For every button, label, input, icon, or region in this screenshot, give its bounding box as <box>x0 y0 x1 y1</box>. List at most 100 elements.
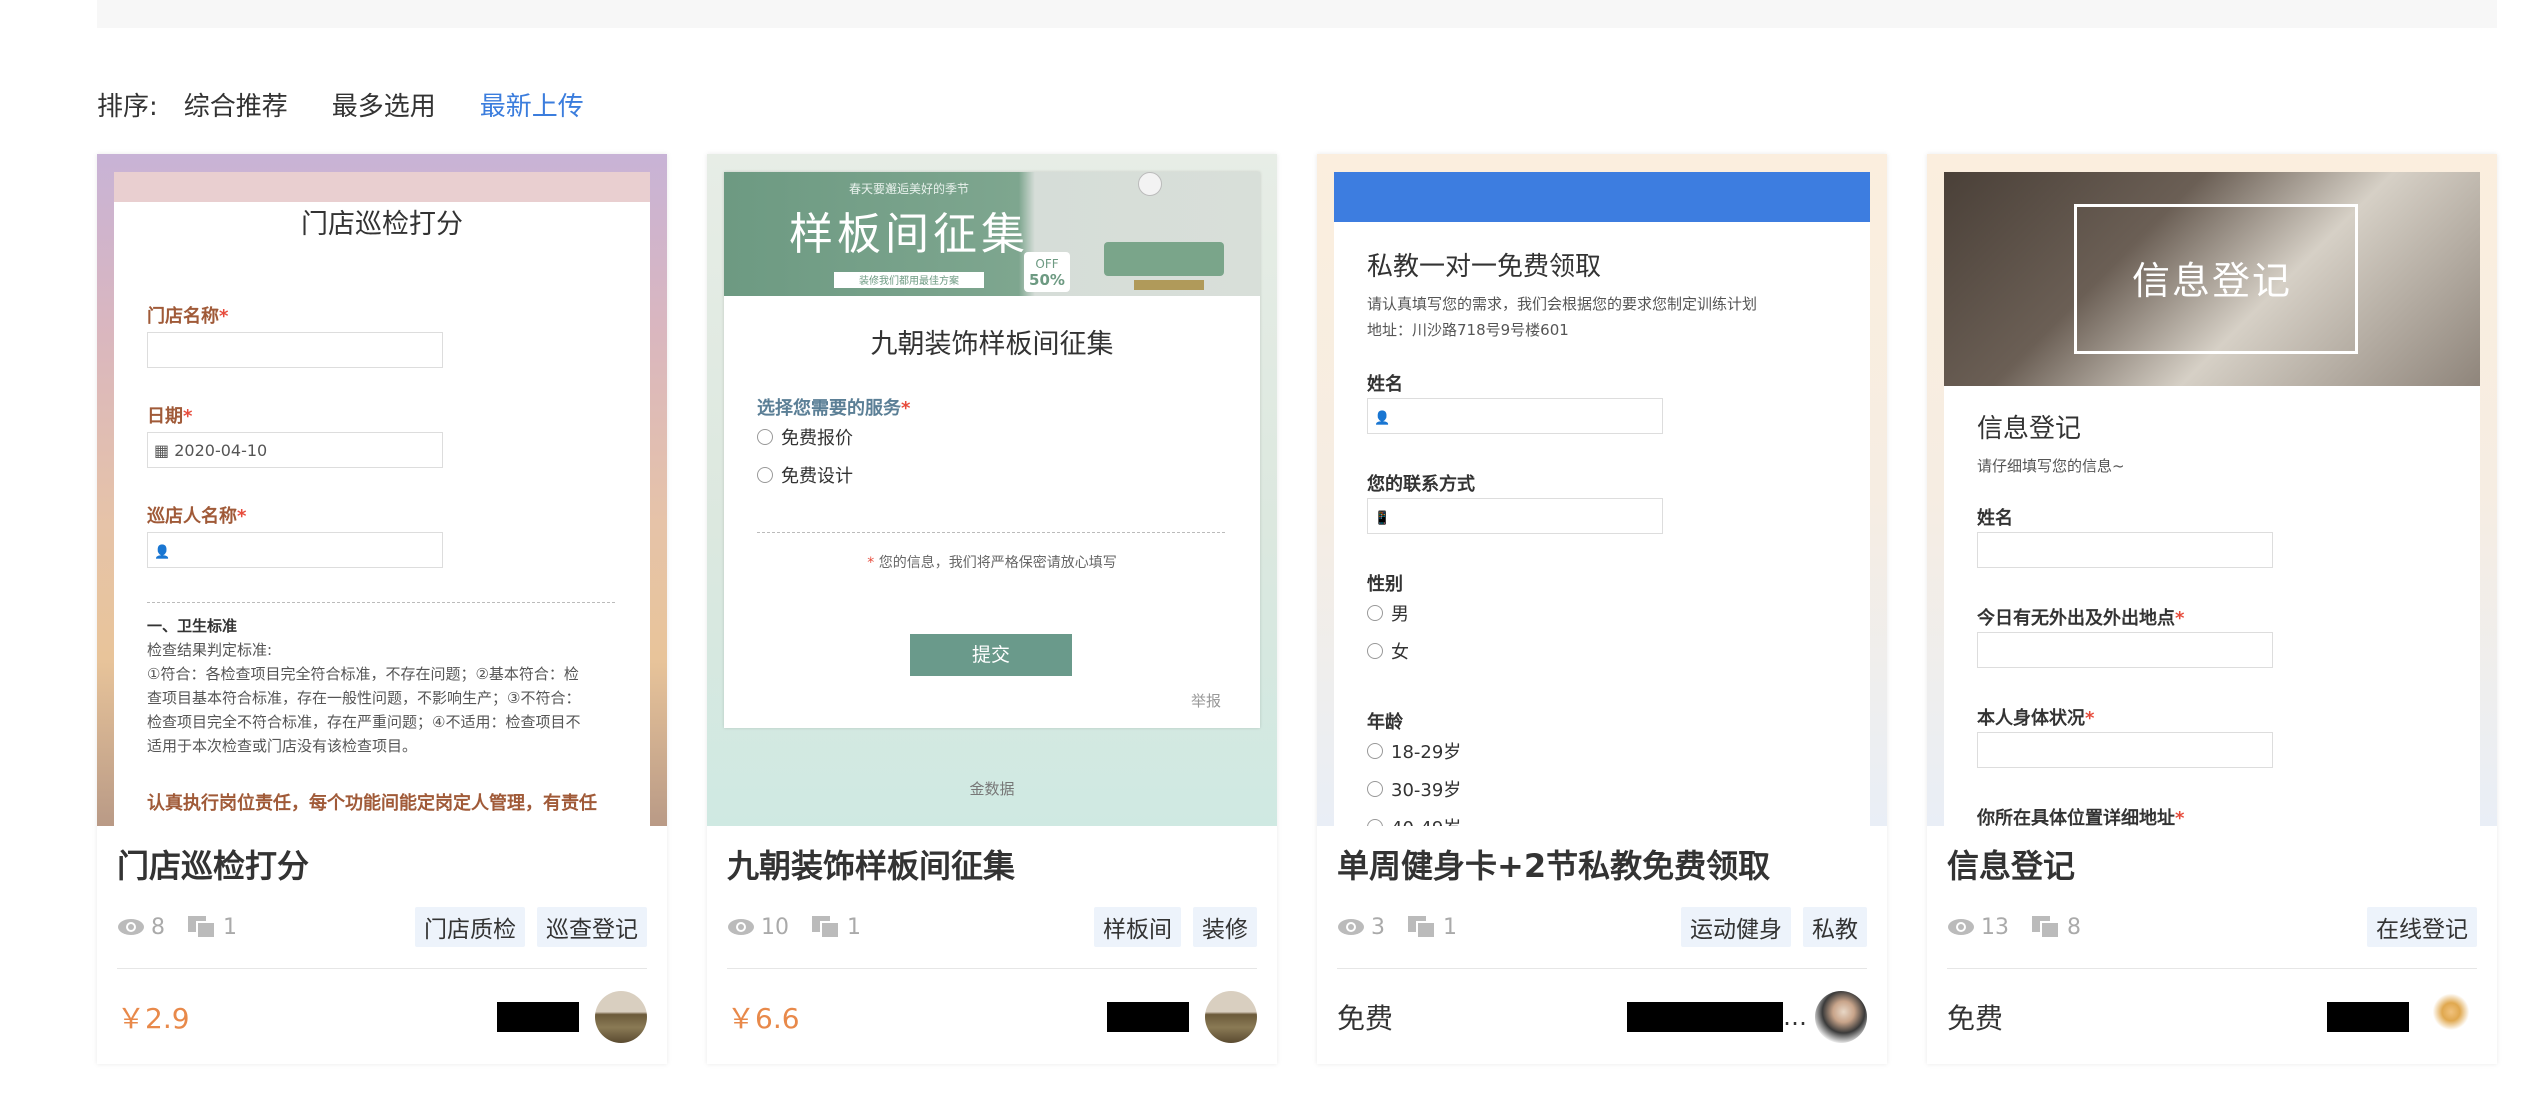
template-preview[interactable]: 门店巡检打分 门店名称* 日期* ▦ 2020-04-10 巡店人名称* 👤 一… <box>97 154 667 826</box>
tag[interactable]: 在线登记 <box>2367 907 2477 947</box>
form-address: 地址：川沙路718号9号楼601 <box>1367 321 1569 339</box>
copy-icon <box>812 916 840 939</box>
radio-option[interactable]: 男 <box>1367 600 1409 626</box>
template-card[interactable]: 信息登记 信息登记 请仔细填写您的信息~ 姓名 今日有无外出及外出地点* 本人身… <box>1927 154 2497 1064</box>
field-label: 您的联系方式 <box>1367 474 1475 495</box>
sort-option-recommended[interactable]: 综合推荐 <box>184 86 288 123</box>
option-label: 女 <box>1391 642 1409 663</box>
divider <box>1337 968 1867 969</box>
view-count: 3 <box>1371 914 1385 940</box>
submit-button[interactable]: 提交 <box>910 634 1072 676</box>
field-label: 性别 <box>1367 574 1403 595</box>
eye-icon <box>728 919 754 935</box>
tag[interactable]: 运动健身 <box>1681 907 1791 947</box>
divider <box>757 532 1225 533</box>
tag[interactable]: 装修 <box>1193 907 1257 947</box>
radio-option[interactable]: 30-39岁 <box>1367 776 1461 802</box>
phone-icon: 📱 <box>1374 511 1391 526</box>
table-illustration <box>1134 280 1204 290</box>
divider <box>727 968 1257 969</box>
report-link[interactable]: 举报 <box>1191 690 1221 711</box>
author-avatar[interactable] <box>2425 991 2477 1043</box>
banner-image: 春天要邂逅美好的季节 样板间征集 装修我们都用最佳方案 OFF 50% <box>724 172 1260 296</box>
banner-subtitle: 春天要邂逅美好的季节 <box>848 182 969 196</box>
copy-count: 1 <box>847 914 861 940</box>
name-input[interactable]: 👤 <box>1367 398 1663 434</box>
option-label: 免费报价 <box>781 428 853 449</box>
author-name-redacted <box>497 1002 579 1032</box>
divider <box>117 968 647 969</box>
option-label: 18-29岁 <box>1391 742 1462 763</box>
sort-option-newest[interactable]: 最新上传 <box>480 86 584 123</box>
price: 免费 <box>1947 1002 2004 1035</box>
field-label: 姓名 <box>1367 374 1403 395</box>
calendar-icon: ▦ <box>154 441 170 460</box>
template-card[interactable]: 春天要邂逅美好的季节 样板间征集 装修我们都用最佳方案 OFF 50% 九朝装饰样… <box>707 154 1277 1064</box>
sofa-illustration <box>1104 242 1224 276</box>
banner-caption: 装修我们都用最佳方案 <box>834 272 984 288</box>
tag[interactable]: 私教 <box>1803 907 1867 947</box>
card-title[interactable]: 门店巡检打分 <box>117 844 647 888</box>
author-name-redacted <box>2327 1002 2409 1032</box>
text-input[interactable] <box>1977 532 2273 568</box>
card-title[interactable]: 单周健身卡+2节私教免费领取 <box>1337 844 1867 888</box>
price: 免费 <box>1337 1002 1394 1035</box>
top-filter-bar <box>97 0 2497 28</box>
view-count: 8 <box>151 914 165 940</box>
eye-icon <box>1948 919 1974 935</box>
template-preview[interactable]: 私教一对一免费领取 请认真填写您的需求，我们会根据您的要求您制定训练计划 地址：… <box>1317 154 1887 826</box>
copy-count: 1 <box>223 914 237 940</box>
sort-option-most-used[interactable]: 最多选用 <box>332 86 436 123</box>
field-label: 巡店人名称 <box>147 506 237 527</box>
form-description: 请仔细填写您的信息~ <box>1977 457 2125 475</box>
field-label: 姓名 <box>1977 508 2013 529</box>
card-title[interactable]: 信息登记 <box>1947 844 2477 888</box>
author-name-redacted <box>1627 1002 1783 1032</box>
radio-option[interactable]: 免费设计 <box>757 462 853 488</box>
privacy-note: 您的信息，我们将严格保密请放心填写 <box>878 555 1117 571</box>
template-card[interactable]: 门店巡检打分 门店名称* 日期* ▦ 2020-04-10 巡店人名称* 👤 一… <box>97 154 667 1064</box>
tag[interactable]: 样板间 <box>1094 907 1181 947</box>
date-input[interactable]: ▦ 2020-04-10 <box>147 432 443 468</box>
author-name-redacted <box>1107 1002 1189 1032</box>
radio-option[interactable]: 免费报价 <box>757 424 853 450</box>
banner-image: 信息登记 <box>1944 172 2480 386</box>
author-avatar[interactable] <box>1815 991 1867 1043</box>
price: ￥6.6 <box>727 1002 800 1035</box>
field-label: 年龄 <box>1367 712 1403 733</box>
text-input[interactable] <box>1977 732 2273 768</box>
name-input[interactable]: 👤 <box>147 532 443 568</box>
card-title[interactable]: 九朝装饰样板间征集 <box>727 844 1257 888</box>
author-avatar[interactable] <box>595 991 647 1043</box>
eye-icon <box>1338 919 1364 935</box>
template-card[interactable]: 私教一对一免费领取 请认真填写您的需求，我们会根据您的要求您制定训练计划 地址：… <box>1317 154 1887 1064</box>
form-title: 信息登记 <box>1977 414 2082 444</box>
lamp-illustration <box>1138 172 1162 196</box>
date-value: 2020-04-10 <box>174 441 268 460</box>
field-label: 门店名称 <box>147 306 219 327</box>
text-input[interactable] <box>1977 632 2273 668</box>
divider <box>147 602 615 603</box>
phone-input[interactable]: 📱 <box>1367 498 1663 534</box>
banner-title: 信息登记 <box>2131 259 2292 303</box>
radio-option[interactable]: 40-49岁 <box>1367 814 1461 826</box>
template-preview[interactable]: 信息登记 信息登记 请仔细填写您的信息~ 姓名 今日有无外出及外出地点* 本人身… <box>1927 154 2497 826</box>
copy-icon <box>1408 916 1436 939</box>
footer-brand: 金数据 <box>969 780 1015 798</box>
field-label: 今日有无外出及外出地点 <box>1977 608 2175 629</box>
form-title: 私教一对一免费领取 <box>1367 252 1602 282</box>
tag[interactable]: 巡查登记 <box>537 907 647 947</box>
tag[interactable]: 门店质检 <box>415 907 525 947</box>
template-preview[interactable]: 春天要邂逅美好的季节 样板间征集 装修我们都用最佳方案 OFF 50% 九朝装饰样… <box>707 154 1277 826</box>
form-title: 九朝装饰样板间征集 <box>870 329 1114 360</box>
copy-count: 8 <box>2067 914 2081 940</box>
radio-option[interactable]: 18-29岁 <box>1367 738 1461 764</box>
section-title: 一、卫生标准 <box>147 617 238 635</box>
description-text: 查项目基本符合标准，存在一般性问题，不影响生产；③不符合： <box>147 689 581 707</box>
copy-icon <box>188 916 216 939</box>
description-text: 适用于本次检查或门店没有该检查项目。 <box>147 737 418 755</box>
radio-option[interactable]: 女 <box>1367 638 1409 664</box>
text-input[interactable] <box>147 332 443 368</box>
author-avatar[interactable] <box>1205 991 1257 1043</box>
form-header-bar <box>1334 172 1870 222</box>
